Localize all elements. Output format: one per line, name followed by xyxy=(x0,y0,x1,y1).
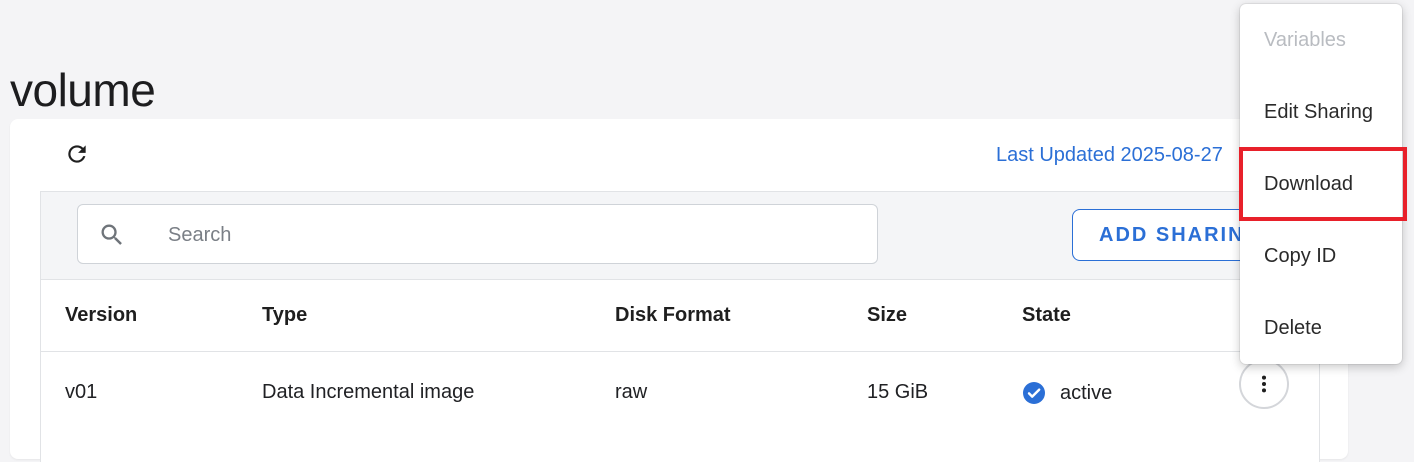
type-cell: Data Incremental image xyxy=(262,381,475,403)
search-input[interactable] xyxy=(166,215,850,255)
versions-card: Last Updated 2025-08-27 ADD SHARING Vers… xyxy=(10,119,1348,462)
refresh-button[interactable] xyxy=(62,139,92,169)
versions-table-panel: ADD SHARING Version Type Disk Format Siz… xyxy=(40,191,1320,462)
menu-item-delete[interactable]: Delete xyxy=(1240,292,1402,364)
menu-item-copy-id[interactable]: Copy ID xyxy=(1240,220,1402,292)
state-cell: active xyxy=(1022,381,1112,405)
search-icon xyxy=(101,224,122,245)
refresh-icon xyxy=(68,145,86,163)
column-header-state: State xyxy=(1022,304,1071,326)
row-actions-button[interactable] xyxy=(1239,359,1289,409)
table-row[interactable]: v01 Data Incremental image raw 15 GiB ac… xyxy=(41,352,1319,432)
column-header-type: Type xyxy=(262,304,308,326)
version-cell: v01 xyxy=(65,381,98,403)
last-updated-text: Last Updated 2025-08-27 xyxy=(996,144,1223,166)
row-actions-menu: Variables Edit Sharing Download Copy ID … xyxy=(1239,4,1407,364)
menu-item-download[interactable]: Download xyxy=(1239,147,1407,221)
disk-format-cell: raw xyxy=(615,381,648,403)
column-header-size: Size xyxy=(867,304,908,326)
menu-item-edit-sharing[interactable]: Edit Sharing xyxy=(1240,76,1402,148)
page-title: volume xyxy=(10,63,156,116)
search-box[interactable] xyxy=(77,204,878,264)
check-circle-icon xyxy=(1023,382,1045,404)
table-toolbar: ADD SHARING xyxy=(41,192,1319,280)
more-vert-icon xyxy=(1261,375,1267,393)
column-header-disk-format: Disk Format xyxy=(615,304,731,326)
menu-item-variables: Variables xyxy=(1264,29,1346,51)
state-label: active xyxy=(1060,381,1113,404)
size-cell: 15 GiB xyxy=(867,381,929,403)
table-header-row: Version Type Disk Format Size State xyxy=(41,280,1319,352)
column-header-version: Version xyxy=(65,304,138,326)
